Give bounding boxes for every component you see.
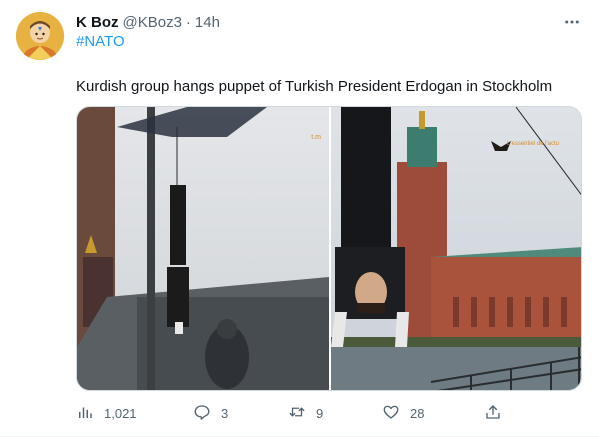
media-photo-left[interactable]: t.m <box>77 107 329 390</box>
avatar[interactable] <box>16 12 64 60</box>
more-dots-icon[interactable] <box>560 10 584 34</box>
header-separator: · <box>185 13 191 31</box>
like-button[interactable]: 28 <box>382 401 424 425</box>
tweet-card[interactable]: K Boz @KBoz3 · 14h #NATO Kurdish group h… <box>0 0 599 437</box>
hashtag-link[interactable]: #NATO <box>76 33 125 50</box>
retweet-count: 9 <box>316 405 324 421</box>
tweet-header: K Boz @KBoz3 · 14h <box>76 12 220 32</box>
display-name[interactable]: K Boz <box>76 14 119 31</box>
views-count: 1,021 <box>104 405 137 421</box>
svg-text:t.m: t.m <box>311 134 321 141</box>
retweet-button[interactable]: 9 <box>288 401 323 425</box>
like-count: 28 <box>410 405 425 421</box>
share-upload-icon <box>484 403 502 424</box>
views-button[interactable]: 1,021 <box>76 401 137 425</box>
reply-bubble-icon <box>193 403 211 424</box>
retweet-icon <box>288 403 306 424</box>
tweet-timestamp[interactable]: 14h <box>195 14 220 31</box>
media-photo-right[interactable]: L'essentiel de l'actu <box>331 107 581 390</box>
share-button[interactable] <box>484 401 502 425</box>
reply-count: 3 <box>221 405 229 421</box>
tweet-text: Kurdish group hangs puppet of Turkish Pr… <box>76 78 553 95</box>
media-grid[interactable]: t.m L'essentiel de l'actu <box>76 106 582 391</box>
user-handle[interactable]: @KBoz3 <box>123 14 182 31</box>
views-bar-chart-icon <box>76 403 94 424</box>
reply-button[interactable]: 3 <box>193 401 228 425</box>
heart-icon <box>382 403 400 424</box>
tweet-actions: 1,021 3 9 28 <box>76 401 506 425</box>
watermark-right: L'essentiel de l'actu <box>507 141 559 147</box>
